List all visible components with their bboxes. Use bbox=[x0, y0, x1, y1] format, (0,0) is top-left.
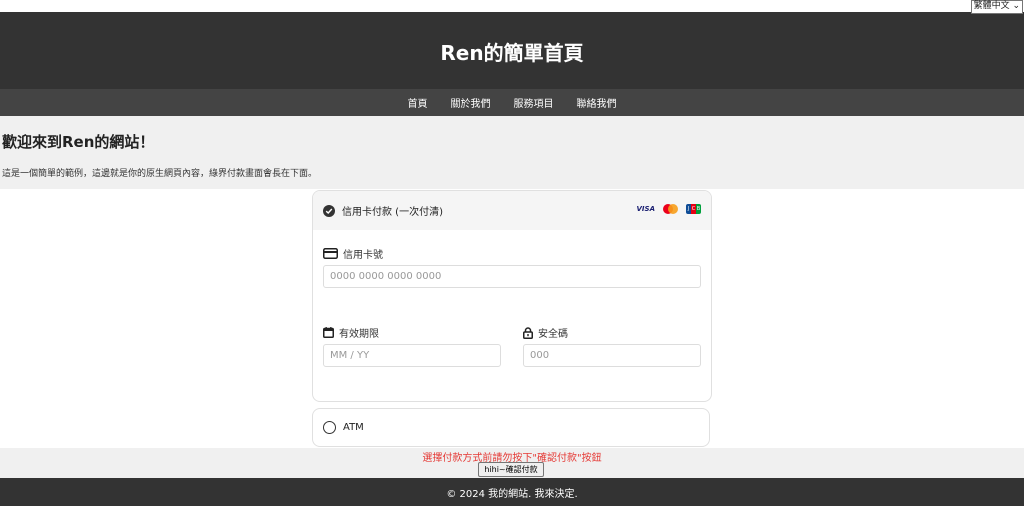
chevron-down-icon: ⌄ bbox=[1012, 1, 1020, 11]
calendar-icon bbox=[323, 327, 334, 338]
card-number-label-text: 信用卡號 bbox=[343, 250, 383, 261]
atm-option-label: ATM bbox=[343, 422, 364, 433]
nav-item-contact[interactable]: 聯絡我們 bbox=[577, 95, 617, 110]
main-content: 歡迎來到Ren的網站！ 這是一個簡單的範例，這邊就是你的原生網頁內容，綠界付款畫… bbox=[0, 116, 1024, 188]
language-bar: 繁體中文 ⌄ bbox=[0, 0, 1024, 14]
card-number-input[interactable]: 0000 0000 0000 0000 bbox=[323, 265, 701, 288]
cvc-label: 安全碼 bbox=[523, 325, 568, 340]
checked-circle-icon bbox=[323, 204, 335, 217]
nav-item-about[interactable]: 關於我們 bbox=[451, 95, 491, 110]
card-brands: VISA J C B bbox=[637, 204, 701, 214]
language-select[interactable]: 繁體中文 ⌄ bbox=[970, 0, 1023, 14]
atm-option[interactable]: ATM bbox=[312, 408, 710, 447]
credit-card-option[interactable]: 信用卡付款 (一次付清) VISA J C B bbox=[313, 191, 711, 230]
radio-unchecked-icon bbox=[323, 421, 336, 434]
expiry-placeholder: MM / YY bbox=[330, 350, 370, 361]
site-header: Ren的簡單首頁 bbox=[0, 12, 1024, 89]
nav-item-services[interactable]: 服務項目 bbox=[514, 95, 554, 110]
card-number-placeholder: 0000 0000 0000 0000 bbox=[330, 271, 442, 282]
welcome-heading: 歡迎來到Ren的網站！ bbox=[2, 133, 155, 151]
credit-card-option-label: 信用卡付款 (一次付清) bbox=[342, 207, 443, 218]
expiry-label-text: 有效期限 bbox=[339, 329, 379, 340]
expiry-input[interactable]: MM / YY bbox=[323, 344, 501, 367]
credit-card-icon bbox=[323, 248, 338, 259]
intro-text: 這是一個簡單的範例，這邊就是你的原生網頁內容，綠界付款畫面會長在下面。 bbox=[2, 169, 318, 179]
main-nav: 首頁 關於我們 服務項目 聯絡我們 bbox=[0, 89, 1024, 116]
footer-text: © 2024 我的網站. 我來決定. bbox=[446, 488, 578, 500]
lock-icon bbox=[523, 326, 533, 339]
expiry-label: 有效期限 bbox=[323, 325, 379, 340]
cvc-label-text: 安全碼 bbox=[538, 329, 568, 340]
mastercard-icon bbox=[663, 204, 678, 214]
nav-item-home[interactable]: 首頁 bbox=[408, 95, 428, 110]
credit-card-panel: 信用卡付款 (一次付清) VISA J C B 信用卡號 0000 0000 0… bbox=[312, 190, 712, 402]
payment-area: 信用卡付款 (一次付清) VISA J C B 信用卡號 0000 0000 0… bbox=[0, 189, 1024, 448]
visa-icon: VISA bbox=[636, 205, 655, 213]
jcb-icon: J C B bbox=[686, 204, 701, 214]
card-number-label: 信用卡號 bbox=[323, 246, 383, 261]
cvc-placeholder: 000 bbox=[530, 350, 550, 361]
language-selected-label: 繁體中文 bbox=[973, 1, 1010, 11]
site-title: Ren的簡單首頁 bbox=[440, 41, 584, 65]
confirm-payment-button[interactable]: hihi~確認付款 bbox=[478, 462, 544, 477]
cvc-input[interactable]: 000 bbox=[523, 344, 701, 367]
site-footer: © 2024 我的網站. 我來決定. bbox=[0, 478, 1024, 506]
